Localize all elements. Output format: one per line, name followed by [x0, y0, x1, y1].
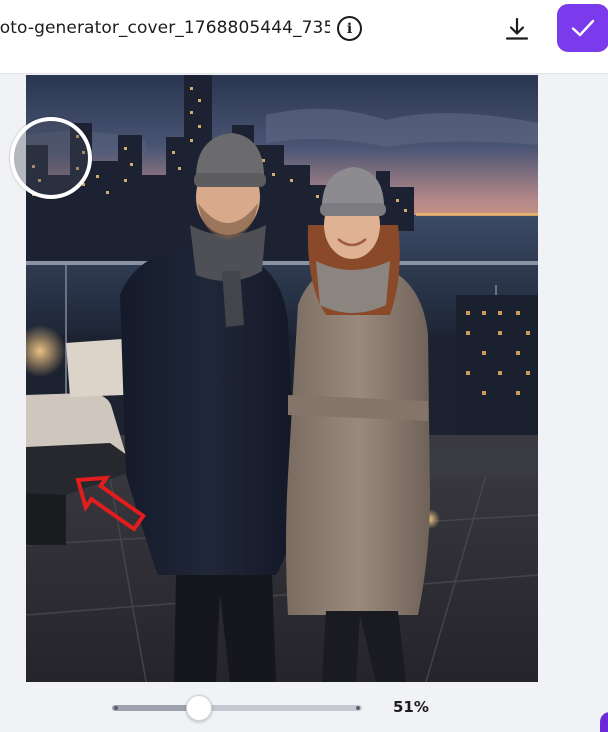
photo-canvas[interactable] [26, 75, 538, 682]
zoom-slider[interactable] [112, 695, 362, 721]
zoom-slider-end-dot [356, 706, 360, 710]
couple-rooftop-photo [26, 75, 538, 682]
editor-header: photo-generator_cover_1768805444_7356 i [0, 0, 608, 74]
crop-circle-handle[interactable] [10, 117, 92, 199]
download-icon [505, 17, 529, 40]
file-name-text: photo-generator_cover_1768805444_7356 [0, 18, 330, 38]
checkmark-icon [571, 19, 595, 37]
zoom-toolbar: 51% [0, 686, 608, 732]
confirm-button[interactable] [557, 4, 608, 52]
zoom-percentage: 51% [393, 698, 429, 716]
info-icon: i [346, 20, 353, 37]
zoom-slider-thumb[interactable] [186, 695, 212, 721]
image-stage [0, 75, 608, 685]
download-button[interactable] [500, 12, 534, 46]
zoom-slider-start-dot [114, 706, 118, 710]
file-name: photo-generator_cover_1768805444_7356 [0, 15, 330, 41]
info-button[interactable]: i [337, 16, 362, 41]
